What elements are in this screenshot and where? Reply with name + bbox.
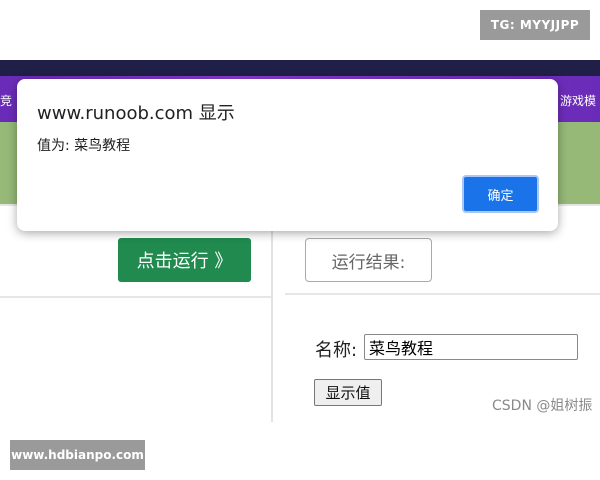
panel-split-divider <box>271 222 273 422</box>
name-label: 名称: <box>315 340 358 361</box>
run-code-button[interactable]: 点击运行 》 <box>118 238 251 282</box>
show-value-button[interactable]: 显示值 <box>314 379 382 406</box>
dialog-ok-button[interactable]: 确定 <box>462 175 539 213</box>
csdn-credit: CSDN @姐树振 <box>492 398 593 414</box>
watermark-bottom: www.hdbianpo.com <box>10 440 145 470</box>
run-result-button[interactable]: 运行结果: <box>305 238 432 282</box>
banner-left-text: 竞 <box>0 94 13 108</box>
site-navbar <box>0 60 600 76</box>
watermark-top: TG: MYYJJPP <box>480 10 590 40</box>
left-panel-divider <box>0 296 271 298</box>
right-panel-divider <box>285 293 600 295</box>
dialog-message: 值为: 菜鸟教程 <box>37 138 131 154</box>
banner-right-text: 游戏模 <box>560 94 597 108</box>
name-input[interactable] <box>364 334 578 360</box>
alert-dialog: www.runoob.com 显示 值为: 菜鸟教程 确定 <box>17 79 558 231</box>
dialog-title: www.runoob.com 显示 <box>37 103 235 124</box>
